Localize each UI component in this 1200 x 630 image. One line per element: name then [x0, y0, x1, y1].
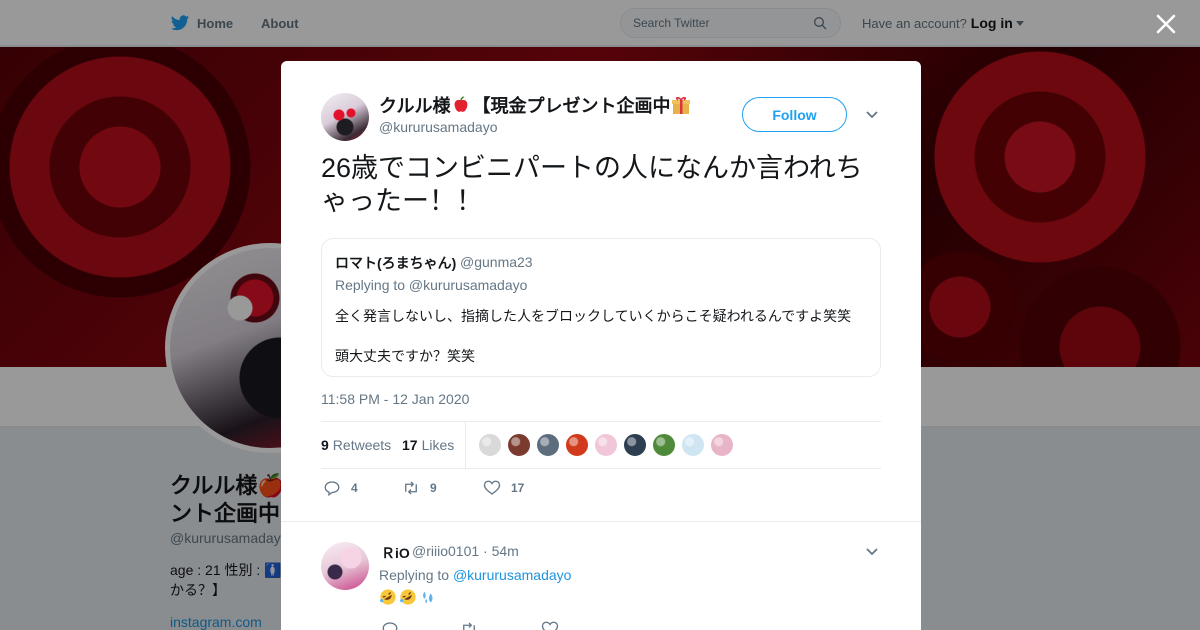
chevron-down-icon[interactable]	[865, 545, 879, 559]
liker-avatar[interactable]	[623, 433, 647, 457]
replying-to-link[interactable]: @kururusamadayo	[453, 567, 572, 583]
liker-avatar[interactable]	[507, 433, 531, 457]
stats-divider	[465, 422, 466, 468]
liker-avatar[interactable]	[594, 433, 618, 457]
retweet-icon	[405, 481, 417, 495]
tweet-modal: クルル様 【現金プレゼント企画中 @kururusamadayo Follow …	[281, 61, 921, 630]
like-button[interactable]: 17	[483, 479, 524, 497]
avatar[interactable]	[321, 93, 369, 141]
reply-tweet[interactable]: ＲiO @riiio0101 · 54m Replying to @kururu…	[281, 521, 921, 630]
reply-count: 4	[351, 481, 358, 495]
tweet-text: 26歳でコンビニパートの人になんか言われちゃったー！！	[321, 153, 863, 216]
retweets-stat[interactable]: 9 Retweets	[321, 437, 391, 453]
likes-label: Likes	[421, 437, 455, 453]
apple-icon	[455, 96, 468, 112]
reply-text	[379, 588, 439, 606]
liker-avatar[interactable]	[536, 433, 560, 457]
retweets-count: 9	[321, 437, 329, 453]
tweet-author-name[interactable]: クルル様 【現金プレゼント企画中	[379, 92, 691, 118]
gift-icon	[672, 96, 691, 114]
replying-prefix: Replying to	[379, 567, 453, 583]
likes-count: 17	[402, 437, 418, 453]
liker-avatar[interactable]	[652, 433, 676, 457]
reply-icon[interactable]	[381, 620, 399, 630]
author-name-suffix: 【現金プレゼント企画中	[472, 96, 671, 116]
rofl-emoji-icon	[380, 589, 396, 605]
retweets-label: Retweets	[332, 437, 392, 453]
tweet-actions: 4 9 17	[321, 479, 881, 501]
reply-icon	[324, 481, 340, 497]
retweet-button[interactable]: 9	[402, 479, 437, 497]
quote-author-handle: @gunma23	[460, 254, 533, 270]
retweet-icon[interactable]	[460, 620, 478, 630]
reply-author-handle[interactable]: @riiio0101 · 54m	[412, 543, 519, 559]
reply-button[interactable]: 4	[323, 479, 358, 497]
quote-text-line1: 全く発言しないし、指摘した人をブロックしていくからこそ疑われるんですよ笑笑	[335, 308, 852, 324]
liker-avatar[interactable]	[681, 433, 705, 457]
heart-icon[interactable]	[541, 620, 559, 630]
liker-avatar[interactable]	[710, 433, 734, 457]
retweet-count: 9	[430, 481, 437, 495]
quote-replying-to: Replying to @kururusamadayo	[335, 277, 528, 293]
like-count: 17	[511, 481, 525, 495]
liker-avatar[interactable]	[565, 433, 589, 457]
liker-avatar[interactable]	[478, 433, 502, 457]
close-icon[interactable]	[1154, 12, 1178, 36]
reply-author-name[interactable]: ＲiO	[381, 543, 410, 563]
sweat-droplets-icon	[423, 591, 433, 604]
liker-avatars	[478, 433, 739, 457]
heart-icon	[483, 480, 501, 495]
rofl-emoji-icon	[400, 589, 416, 605]
tweet-author-handle[interactable]: @kururusamadayo	[379, 119, 498, 135]
quote-text-line2: 頭大丈夫ですか？笑笑	[335, 348, 475, 364]
follow-button[interactable]: Follow	[742, 97, 847, 132]
avatar[interactable]	[321, 542, 369, 590]
tweet-timestamp[interactable]: 11:58 PM - 12 Jan 2020	[321, 391, 469, 407]
quoted-tweet[interactable]: ロマト(ろまちゃん) @gunma23 Replying to @kururus…	[321, 238, 881, 377]
chevron-down-icon[interactable]	[865, 108, 879, 122]
reply-replying-to: Replying to @kururusamadayo	[379, 567, 571, 583]
quote-author-name: ロマト(ろまちゃん)	[335, 255, 457, 271]
author-name-text: クルル様	[379, 96, 451, 116]
tweet-stats: 9 Retweets 17 Likes	[321, 421, 881, 469]
likes-stat[interactable]: 17 Likes	[402, 437, 454, 453]
